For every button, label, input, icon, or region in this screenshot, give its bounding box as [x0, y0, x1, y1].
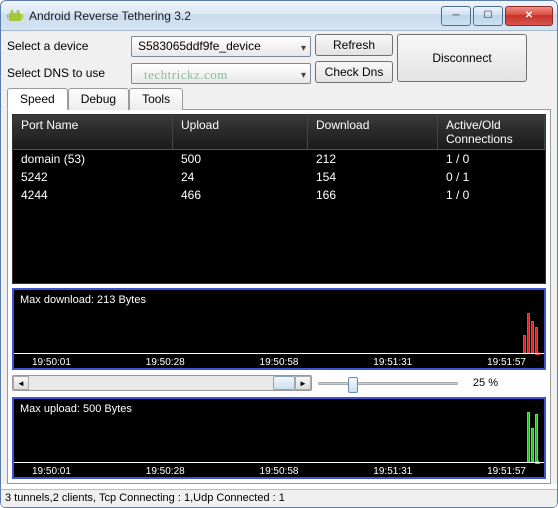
tick: 19:51:57	[487, 466, 526, 477]
tab-debug[interactable]: Debug	[68, 88, 129, 110]
cell-port: domain (53)	[13, 150, 173, 168]
table-row[interactable]: domain (53) 500 212 1 / 0	[13, 150, 545, 168]
col-conn[interactable]: Active/Old Connections	[438, 115, 545, 149]
top-panel: Select a device S583065ddf9fe_device Sel…	[7, 34, 551, 85]
tick: 19:50:01	[32, 466, 71, 477]
col-upload[interactable]: Upload	[173, 115, 308, 149]
time-ticks: 19:50:01 19:50:28 19:50:58 19:51:31 19:5…	[14, 357, 544, 368]
zoom-value: 25 %	[464, 377, 498, 389]
col-download[interactable]: Download	[308, 115, 438, 149]
watermark-text: techtrickz.com	[144, 65, 228, 84]
scroll-right-icon[interactable]: ►	[295, 376, 311, 390]
status-text: 3 tunnels,2 clients, Tcp Connecting : 1,…	[5, 492, 285, 504]
axis-line	[14, 353, 544, 354]
tick: 19:50:28	[146, 357, 185, 368]
device-dropdown[interactable]: S583065ddf9fe_device	[131, 36, 311, 57]
titlebar[interactable]: Android Reverse Tethering 3.2 ─ ☐ ✕	[1, 1, 557, 31]
tick: 19:51:31	[373, 357, 412, 368]
tick: 19:50:58	[260, 357, 299, 368]
tick: 19:51:57	[487, 357, 526, 368]
col-port[interactable]: Port Name	[13, 115, 173, 149]
slider-track	[318, 382, 458, 385]
dns-dropdown[interactable]: techtrickz.com	[131, 63, 311, 84]
tab-tools[interactable]: Tools	[129, 88, 183, 110]
cell-conn: 0 / 1	[438, 168, 545, 186]
scroll-thumb[interactable]	[273, 376, 295, 390]
tick: 19:50:28	[146, 466, 185, 477]
checkdns-button[interactable]: Check Dns	[315, 61, 393, 83]
table-row[interactable]: 5242 24 154 0 / 1	[13, 168, 545, 186]
zoom-slider[interactable]	[318, 375, 458, 391]
tabstrip: Speed Debug Tools	[7, 87, 551, 109]
upload-bars	[527, 412, 538, 462]
close-button[interactable]: ✕	[505, 6, 553, 26]
device-value: S583065ddf9fe_device	[138, 39, 261, 53]
window-title: Android Reverse Tethering 3.2	[29, 9, 439, 23]
cell-conn: 1 / 0	[438, 186, 545, 204]
marker-icon: ▲	[533, 347, 542, 357]
cell-down: 166	[308, 186, 438, 204]
cell-down: 212	[308, 150, 438, 168]
marker-icon: ▲	[533, 456, 542, 466]
slider-row: ◄ ► 25 %	[12, 373, 546, 393]
download-chart: Max download: 213 Bytes ▲ 19:50:01 19:50…	[12, 288, 546, 370]
scroll-left-icon[interactable]: ◄	[13, 376, 29, 390]
tab-body: Port Name Upload Download Active/Old Con…	[7, 109, 551, 484]
device-label: Select a device	[7, 39, 127, 53]
cell-down: 154	[308, 168, 438, 186]
cell-port: 4244	[13, 186, 173, 204]
time-scrollbar[interactable]: ◄ ►	[12, 375, 312, 391]
status-bar: 3 tunnels,2 clients, Tcp Connecting : 1,…	[1, 489, 557, 507]
upload-chart-label: Max upload: 500 Bytes	[20, 403, 132, 415]
cell-up: 466	[173, 186, 308, 204]
axis-line	[14, 462, 544, 463]
connection-grid[interactable]: Port Name Upload Download Active/Old Con…	[12, 114, 546, 284]
slider-thumb[interactable]	[348, 377, 358, 393]
maximize-button[interactable]: ☐	[473, 6, 503, 26]
tick: 19:51:31	[373, 466, 412, 477]
refresh-button[interactable]: Refresh	[315, 34, 393, 56]
cell-up: 24	[173, 168, 308, 186]
cell-port: 5242	[13, 168, 173, 186]
tab-speed[interactable]: Speed	[7, 88, 68, 110]
table-row[interactable]: 4244 466 166 1 / 0	[13, 186, 545, 204]
android-icon	[7, 8, 23, 24]
upload-chart: Max upload: 500 Bytes ▲ 19:50:01 19:50:2…	[12, 397, 546, 479]
time-ticks: 19:50:01 19:50:28 19:50:58 19:51:31 19:5…	[14, 466, 544, 477]
cell-conn: 1 / 0	[438, 150, 545, 168]
dns-label: Select DNS to use	[7, 66, 127, 80]
tick: 19:50:58	[260, 466, 299, 477]
download-chart-label: Max download: 213 Bytes	[20, 294, 146, 306]
cell-up: 500	[173, 150, 308, 168]
disconnect-button[interactable]: Disconnect	[397, 34, 527, 82]
grid-header: Port Name Upload Download Active/Old Con…	[13, 115, 545, 150]
minimize-button[interactable]: ─	[441, 6, 471, 26]
tick: 19:50:01	[32, 357, 71, 368]
